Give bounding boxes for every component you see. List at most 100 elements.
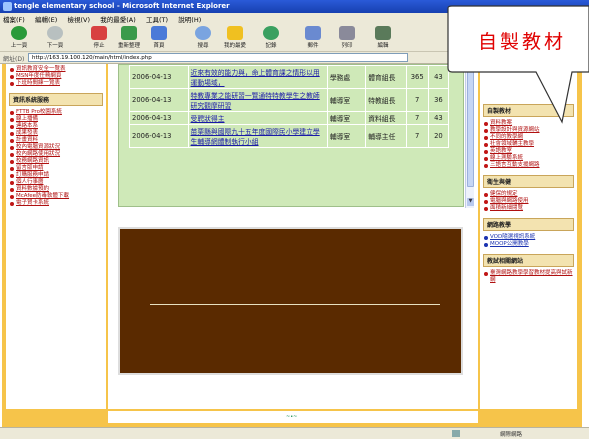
list-item[interactable]: 健保的規定 [483, 191, 574, 198]
news-views: 365 [405, 65, 429, 89]
menu-file[interactable]: 檔案(F) [3, 14, 25, 24]
edit-icon [375, 26, 391, 40]
section-heading: 自製教材 [483, 104, 574, 117]
table-row: 2006-04-13 受聘狀得主 輔導室 資料組長 7 43 [129, 111, 450, 125]
list-item[interactable]: 線上播備 [9, 116, 103, 123]
list-item[interactable]: 電子賀卡系統 [9, 200, 103, 207]
ie-icon [3, 2, 12, 11]
news-date: 2006-04-13 [129, 111, 189, 125]
list-item[interactable]: 面積新細閱覽 [483, 205, 574, 212]
left-service-links: FTTB Pro校園系統 線上播備 連絡本系 成果發表 計畫資料 校內電腦資源狀… [6, 107, 106, 209]
right-links-health: 健保的規定 電腦與網路使用 面積新細閱覽 [480, 189, 577, 214]
address-input[interactable]: http://163.19.100.120/main/html/index.ph… [28, 53, 408, 62]
news-count: 43 [427, 65, 450, 89]
list-item[interactable]: FTTB Pro校園系統 [9, 109, 103, 116]
scrollbar-thumb[interactable] [467, 67, 474, 187]
list-item[interactable]: 連絡本系 [9, 123, 103, 130]
list-item[interactable]: MSN年度任務網頁 [9, 73, 103, 80]
table-row: 2006-04-13 苗栗縣與國際九十五年度國際民小學建立學生輔導網體制執行小組… [129, 124, 450, 148]
page-content: 資訊教育安全一覽表 MSN年度任務網頁 下班時間練一覽表 資訊系統服務 FTTB… [0, 64, 589, 427]
list-item[interactable]: 成果發表 [9, 130, 103, 137]
search-icon [195, 26, 211, 40]
list-item[interactable]: VOD隨選視訊系統 [483, 234, 574, 241]
list-item[interactable]: 下班時間練一覽表 [9, 80, 103, 87]
menu-view[interactable]: 檢視(V) [67, 14, 90, 24]
news-views: 7 [405, 124, 429, 148]
forward-button[interactable]: 下一頁 [40, 26, 70, 50]
news-views: 7 [405, 111, 429, 125]
home-button[interactable]: 首頁 [144, 26, 174, 50]
news-scrollbar[interactable]: ▼ [465, 65, 474, 208]
news-count: 20 [427, 124, 450, 148]
back-button[interactable]: 上一頁 [4, 26, 34, 50]
table-row: 2006-04-13 特教專業之能研習一覽通特特教學生之教師研究觀摩研習 輔導室… [129, 88, 450, 112]
list-item[interactable]: MOOP公開教學 [483, 241, 574, 248]
list-item[interactable]: 資料數據預約 [9, 186, 103, 193]
edit-button[interactable]: 編輯 [368, 26, 398, 50]
list-item[interactable]: 線上測驗系統 [483, 155, 574, 162]
footer-decoration: ~•~ [286, 414, 298, 420]
list-item[interactable]: 電腦與網路使用 [483, 198, 574, 205]
news-title-link[interactable]: 受聘狀得主 [187, 111, 328, 125]
history-icon [263, 26, 279, 40]
table-row: 2006-04-13 近來有效的能力與，命上體育課之情形以用運動場域， 學務處 … [129, 65, 450, 89]
mail-button[interactable]: 郵件 [298, 26, 328, 50]
list-item[interactable]: McAfee防毒軟體下載 [9, 193, 103, 200]
list-item[interactable]: 三語言互動支援網路 [483, 162, 574, 169]
news-title-link[interactable]: 近來有效的能力與，命上體育課之情形以用運動場域， [187, 65, 328, 89]
forward-icon [47, 26, 63, 40]
search-button[interactable]: 搜尋 [188, 26, 218, 50]
news-count: 36 [427, 88, 450, 112]
menu-bar: 檔案(F) 編輯(E) 檢視(V) 我的最愛(A) 工具(T) 說明(H) [0, 13, 589, 24]
scroll-down-icon[interactable]: ▼ [467, 198, 474, 206]
right-links-materials: 資料教案 教學設計與資源網站 不同的教學網 社會領域輔主教學 英語教室 線上測驗… [480, 118, 577, 171]
page-footer: ~•~ [108, 411, 478, 423]
list-item[interactable]: 校內網路使用狀況 [9, 151, 103, 158]
list-item[interactable]: 留言版申請 [9, 165, 103, 172]
menu-tools[interactable]: 工具(T) [146, 14, 168, 24]
news-person: 特教組長 [365, 88, 407, 112]
list-item[interactable]: 不同的教學網 [483, 134, 574, 141]
menu-help[interactable]: 說明(H) [178, 14, 201, 24]
favorites-icon [227, 26, 243, 40]
mail-icon [305, 26, 321, 40]
list-item[interactable]: 資料教案 [483, 120, 574, 127]
right-links-exam: 臺灣網路教學學習教材提高與試新網 [480, 268, 577, 286]
news-title-link[interactable]: 特教專業之能研習一覽通特特教學生之教師研究觀摩研習 [187, 88, 328, 112]
back-icon [11, 26, 27, 40]
news-table: 2006-04-13 近來有效的能力與，命上體育課之情形以用運動場域， 學務處 … [129, 65, 450, 148]
news-title-link[interactable]: 苗栗縣與國際九十五年度國際民小學建立學生輔導網體制執行小組 [187, 124, 328, 148]
status-bar: 網際網路 [0, 427, 589, 439]
security-zone-icon [452, 430, 460, 437]
list-item[interactable]: 資訊教育安全一覽表 [9, 66, 103, 73]
news-date: 2006-04-13 [129, 65, 189, 89]
menu-edit[interactable]: 編輯(E) [35, 14, 57, 24]
list-item[interactable]: 訂購服務申請 [9, 172, 103, 179]
right-sidebar: 自製教材 資料教案 教學設計與資源網站 不同的教學網 社會領域輔主教學 英語教室… [480, 64, 577, 409]
list-item[interactable]: 社會領域輔主教學 [483, 141, 574, 148]
history-button[interactable]: 記錄 [256, 26, 286, 50]
print-button[interactable]: 列印 [332, 26, 362, 50]
list-item[interactable]: 校務網路資訊 [9, 158, 103, 165]
list-item[interactable]: 教學設計與資源網站 [483, 127, 574, 134]
news-person: 體育組長 [365, 65, 407, 89]
section-heading: 教試相關網站 [483, 254, 574, 267]
media-banner [118, 227, 463, 375]
list-item[interactable]: 英語教室 [483, 148, 574, 155]
menu-favorites[interactable]: 我的最愛(A) [100, 14, 136, 24]
list-item[interactable]: 臺灣網路教學學習教材提高與試新網 [483, 270, 574, 284]
list-item[interactable]: 個人行事曆 [9, 179, 103, 186]
favorites-button[interactable]: 我的最愛 [220, 26, 250, 50]
section-heading: 網路教學 [483, 218, 574, 231]
refresh-icon [121, 26, 137, 40]
left-sidebar: 資訊教育安全一覽表 MSN年度任務網頁 下班時間練一覽表 資訊系統服務 FTTB… [6, 64, 106, 409]
list-item[interactable]: 校內電腦資源狀況 [9, 144, 103, 151]
print-icon [339, 26, 355, 40]
list-item[interactable]: 計畫資料 [9, 137, 103, 144]
banner-divider [150, 304, 440, 305]
right-links-elearning: VOD隨選視訊系統 MOOP公開教學 [480, 232, 577, 250]
refresh-button[interactable]: 重新整理 [114, 26, 144, 50]
stop-button[interactable]: 停止 [84, 26, 114, 50]
news-unit: 輔導室 [326, 124, 367, 148]
news-date: 2006-04-13 [129, 124, 189, 148]
